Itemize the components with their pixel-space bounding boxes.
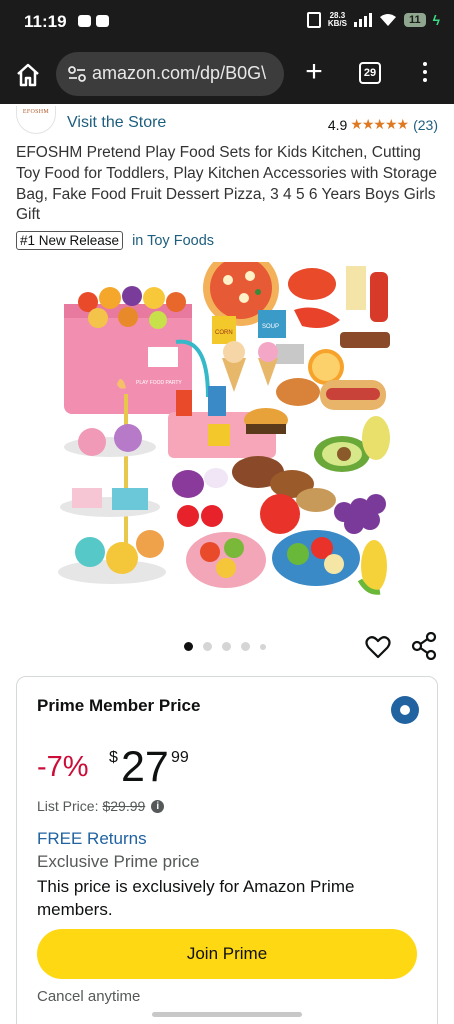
visit-store-link[interactable]: Visit the Store — [67, 114, 166, 132]
prime-member-price-heading: Prime Member Price — [37, 696, 201, 715]
list-price-value: $29.99 — [102, 798, 146, 814]
home-icon[interactable] — [14, 61, 42, 89]
cancel-anytime-text: Cancel anytime — [37, 988, 141, 1005]
store-logo-text: EFOSHM — [22, 109, 50, 115]
exclusive-description: This price is exclusively for Amazon Pri… — [37, 877, 355, 919]
carousel-dot[interactable] — [241, 642, 250, 651]
badge-category-link[interactable]: in Toy Foods — [132, 233, 214, 249]
price-whole: 27 — [121, 743, 169, 791]
new-tab-button[interactable]: + — [300, 57, 328, 87]
carousel-dots[interactable] — [184, 642, 266, 651]
carousel-dot[interactable] — [260, 643, 266, 650]
net-speed-unit: KB/S — [327, 19, 347, 28]
site-settings-icon[interactable] — [68, 66, 86, 82]
status-bar: 11:19 28.3 KB/S 11 ϟ — [0, 0, 454, 46]
more-menu-icon[interactable] — [418, 62, 432, 86]
exclusive-prime-text: Exclusive Prime price — [37, 852, 200, 871]
free-returns-link[interactable]: FREE Returns — [37, 829, 147, 849]
video-icon — [96, 15, 109, 27]
bag-label: PLAY FOOD PARTY — [136, 380, 182, 386]
wishlist-heart-icon[interactable] — [365, 634, 391, 660]
carousel-dot[interactable] — [203, 642, 212, 651]
notification-icons — [78, 15, 109, 27]
rating-count-link[interactable]: (23) — [413, 117, 438, 133]
battery-icon: 11 — [403, 13, 426, 27]
signal-icon — [353, 13, 372, 27]
rating[interactable]: 4.9 ★★★★★ (23) — [328, 116, 438, 133]
vibrate-icon — [306, 12, 321, 28]
store-logo[interactable]: EFOSHM — [16, 106, 56, 134]
product-image[interactable]: PLAY FOOD PARTY CORN SOUP — [58, 262, 396, 600]
list-price-label: List Price: — [37, 798, 99, 814]
wifi-icon — [379, 14, 396, 26]
star-rating-icon: ★★★★★ — [350, 116, 409, 132]
join-prime-button[interactable]: Join Prime — [37, 929, 417, 979]
prime-offer-card[interactable]: Prime Member Price -7% $ 27 99 List Pric… — [16, 676, 438, 1024]
offer-radio-button[interactable] — [391, 696, 419, 724]
discount-percent: -7% — [37, 751, 89, 783]
carousel-dot[interactable] — [184, 642, 193, 651]
gesture-bar[interactable] — [152, 1012, 302, 1017]
can-label: CORN — [215, 330, 233, 336]
rating-value: 4.9 — [327, 116, 348, 133]
url-text: amazon.com/dp/B0G\ — [92, 63, 267, 83]
price-fraction: 99 — [171, 749, 189, 766]
price-currency: $ — [109, 749, 118, 766]
message-icon — [78, 15, 91, 27]
list-price-row: List Price: $29.99 i — [37, 798, 165, 814]
info-icon[interactable]: i — [151, 799, 165, 813]
product-title: EFOSHM Pretend Play Food Sets for Kids K… — [16, 144, 438, 224]
best-seller-row: #1 New Release in Toy Foods — [16, 231, 214, 250]
browser-toolbar: amazon.com/dp/B0G\ + 29 — [0, 46, 454, 104]
can-label-2: SOUP — [262, 324, 279, 330]
status-time: 11:19 — [24, 12, 67, 31]
share-icon[interactable] — [411, 632, 437, 660]
url-bar[interactable]: amazon.com/dp/B0G\ — [56, 52, 284, 96]
new-release-badge[interactable]: #1 New Release — [16, 231, 124, 250]
carousel-dot[interactable] — [222, 642, 231, 651]
charging-icon: ϟ — [432, 12, 440, 28]
net-speed: 28.3 KB/S — [328, 12, 347, 28]
tab-switcher-button[interactable]: 29 — [359, 62, 381, 84]
status-right: 28.3 KB/S 11 ϟ — [306, 12, 440, 28]
